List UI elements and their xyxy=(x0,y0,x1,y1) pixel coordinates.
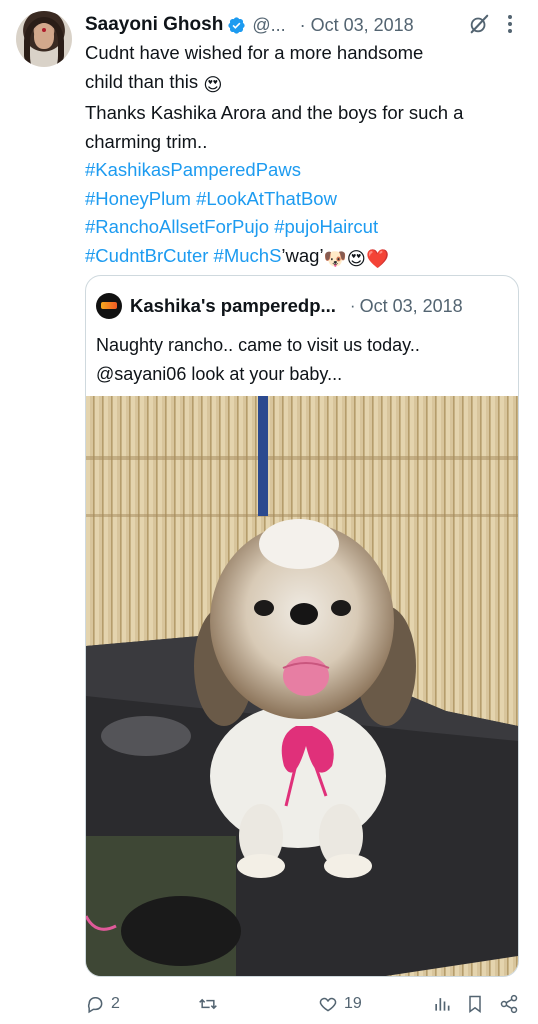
quoted-tweet[interactable]: Kashika's pamperedp... · Oct 03, 2018 Na… xyxy=(85,275,519,977)
quoted-text-line-2: @sayani06 look at your baby... xyxy=(96,364,343,384)
tweet-line-1: Cudnt have wished for a more handsome xyxy=(85,42,424,63)
reply-icon xyxy=(87,997,103,1014)
hashtag-link[interactable]: #HoneyPlum xyxy=(85,188,191,209)
reply-count: 2 xyxy=(111,995,120,1012)
like-count: 19 xyxy=(344,995,362,1012)
separator-dot: · xyxy=(349,296,356,315)
more-icon[interactable] xyxy=(506,13,514,35)
hashtag-link[interactable]: #KashikasPamperedPaws xyxy=(85,159,301,180)
tweet-line-2: child than this 😍 xyxy=(85,68,530,100)
hashtag-link[interactable]: #CudntBrCuter xyxy=(85,245,208,266)
like-button[interactable]: 19 xyxy=(318,994,362,1014)
dog-photo[interactable] xyxy=(86,396,518,976)
tweet-line-3: Thanks Kashika Arora and the boys for su… xyxy=(85,102,464,123)
bookmark-icon xyxy=(469,995,481,1013)
hashtag-line-1: #KashikasPamperedPaws xyxy=(85,156,530,185)
hashtag-line-2: #HoneyPlum #LookAtThatBow xyxy=(85,185,530,214)
hashtag-suffix: ’wag’ xyxy=(281,244,324,266)
reply-button[interactable]: 2 xyxy=(85,994,120,1014)
retweet-button[interactable] xyxy=(198,994,218,1014)
hashtag-line-4: #CudntBrCuter #MuchS’wag’🐶😍❤️ xyxy=(85,242,530,274)
share-button[interactable] xyxy=(499,994,519,1014)
tweet-header: Saayoni Ghosh @... · Oct 03, 2018 xyxy=(85,12,414,38)
quoted-text-line-1: Naughty rancho.. came to visit us today.… xyxy=(96,335,420,355)
verified-badge-icon xyxy=(228,16,245,34)
hashtag-line-3: #RanchoAllsetForPujo #pujoHaircut xyxy=(85,213,530,242)
hashtag-link[interactable]: #LookAtThatBow xyxy=(196,188,337,209)
views-button[interactable] xyxy=(432,994,452,1014)
bookmark-button[interactable] xyxy=(465,994,485,1014)
tweet-line-4: charming trim.. xyxy=(85,130,208,152)
like-icon xyxy=(319,997,337,1012)
retweet-icon xyxy=(199,998,217,1010)
views-icon xyxy=(435,998,450,1011)
action-bar: 2 19 xyxy=(0,990,538,1022)
author-avatar[interactable] xyxy=(16,11,72,67)
heart-eyes-emoji: 😍 xyxy=(203,73,223,95)
red-heart-emoji: ❤️ xyxy=(365,247,389,269)
heart-eyes-emoji: 😍 xyxy=(346,247,366,269)
quoted-tweet-text: Naughty rancho.. came to visit us today.… xyxy=(96,331,516,389)
tweet-text: Cudnt have wished for a more handsome ch… xyxy=(85,39,530,273)
tweet-line-2-text: child than this xyxy=(85,70,204,92)
dog-emoji: 🐶 xyxy=(323,247,347,269)
hashtag-link[interactable]: #pujoHaircut xyxy=(274,216,378,237)
separator-dot: · xyxy=(299,14,306,35)
grok-icon[interactable] xyxy=(468,13,490,35)
hashtag-link[interactable]: #MuchS xyxy=(214,245,282,266)
author-name[interactable]: Saayoni Ghosh xyxy=(85,14,223,36)
quoted-author-name[interactable]: Kashika's pamperedp... xyxy=(130,295,336,317)
tweet-date[interactable]: Oct 03, 2018 xyxy=(311,15,414,36)
quoted-author-avatar[interactable] xyxy=(96,293,122,319)
share-icon xyxy=(500,994,518,1014)
author-handle[interactable]: @... xyxy=(252,15,285,36)
quoted-tweet-header: Kashika's pamperedp... · Oct 03, 2018 xyxy=(130,293,463,319)
quoted-tweet-date[interactable]: Oct 03, 2018 xyxy=(360,296,463,317)
hashtag-link[interactable]: #RanchoAllsetForPujo xyxy=(85,216,269,237)
